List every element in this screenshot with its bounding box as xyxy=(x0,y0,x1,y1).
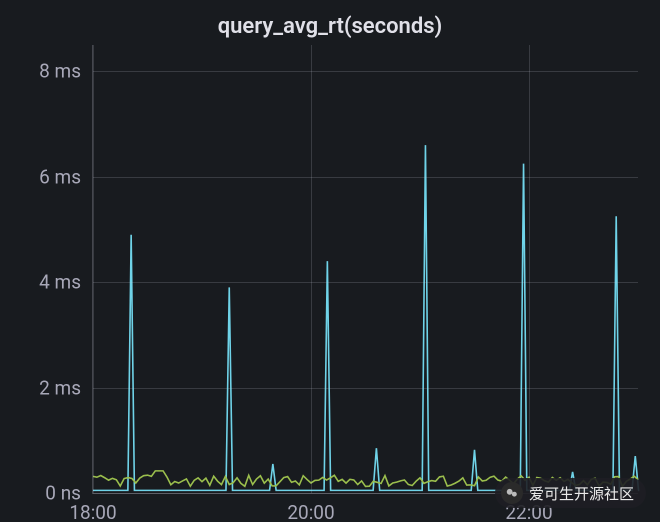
gridline-horizontal xyxy=(93,71,638,72)
gridline-vertical xyxy=(93,45,94,493)
y-axis-tick: 2 ms xyxy=(39,376,81,399)
x-axis-tick: 18:00 xyxy=(69,501,116,522)
attribution-badge: 爱可生开源社区 xyxy=(495,478,646,508)
gridline-horizontal xyxy=(93,282,638,283)
wechat-icon xyxy=(501,482,523,504)
series-line-a xyxy=(93,145,639,490)
y-axis-tick: 6 ms xyxy=(39,165,81,188)
plot-area[interactable]: 8 ms6 ms4 ms2 ms0 ns18:0020:0022:00 xyxy=(92,45,638,494)
y-axis-tick: 8 ms xyxy=(39,60,81,83)
chart-lines xyxy=(93,45,638,493)
chart-title: query_avg_rt(seconds) xyxy=(0,0,660,45)
chart-panel: query_avg_rt(seconds) 8 ms6 ms4 ms2 ms0 … xyxy=(0,0,660,522)
x-axis-tick: 20:00 xyxy=(287,501,334,522)
gridline-vertical xyxy=(529,45,530,493)
plot-container: 8 ms6 ms4 ms2 ms0 ns18:0020:0022:00 xyxy=(0,45,660,522)
gridline-vertical xyxy=(311,45,312,493)
gridline-horizontal xyxy=(93,388,638,389)
attribution-text: 爱可生开源社区 xyxy=(529,483,634,504)
y-axis-tick: 4 ms xyxy=(39,271,81,294)
gridline-horizontal xyxy=(93,177,638,178)
